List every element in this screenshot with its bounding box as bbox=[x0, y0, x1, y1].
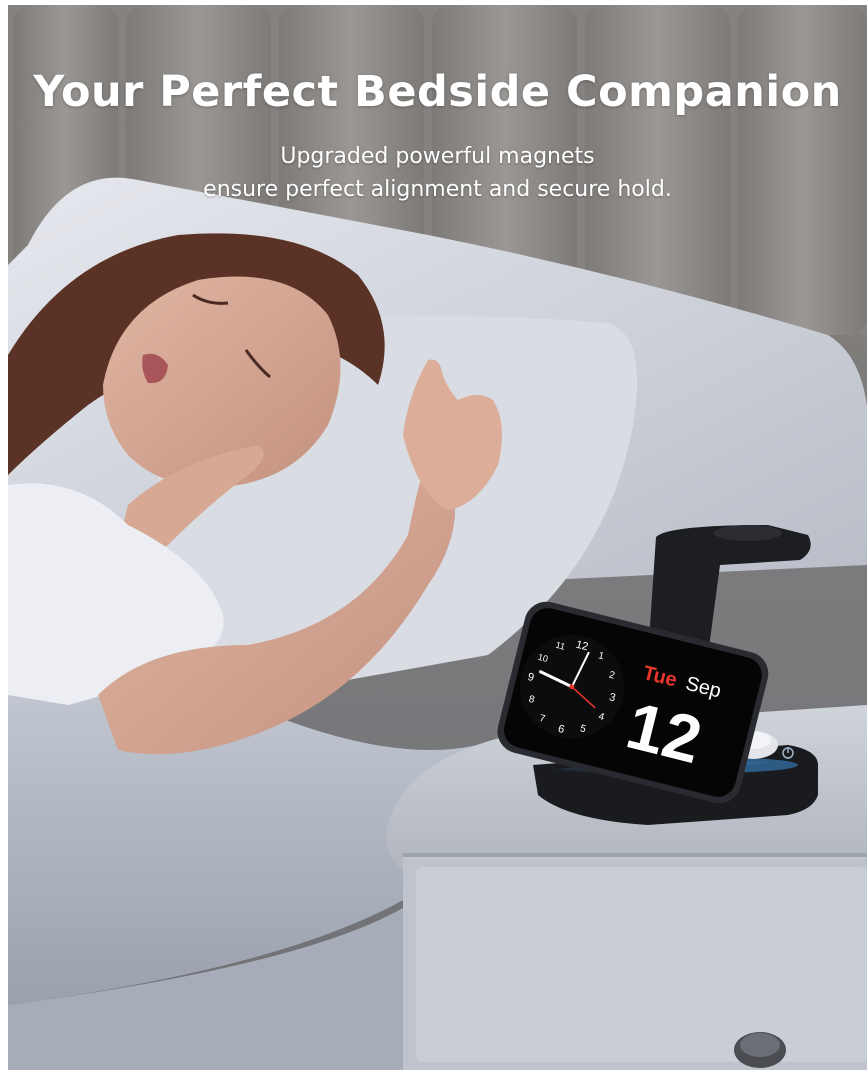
product-photo: 12 1 2 3 4 5 6 7 8 9 10 11 Tue Sep 12 Yo… bbox=[8, 5, 867, 1070]
page-headline: Your Perfect Bedside Companion bbox=[33, 67, 842, 117]
subheadline-line-1: Upgraded powerful magnets bbox=[280, 144, 595, 169]
subheadline-line-2: ensure perfect alignment and secure hold… bbox=[203, 177, 672, 202]
